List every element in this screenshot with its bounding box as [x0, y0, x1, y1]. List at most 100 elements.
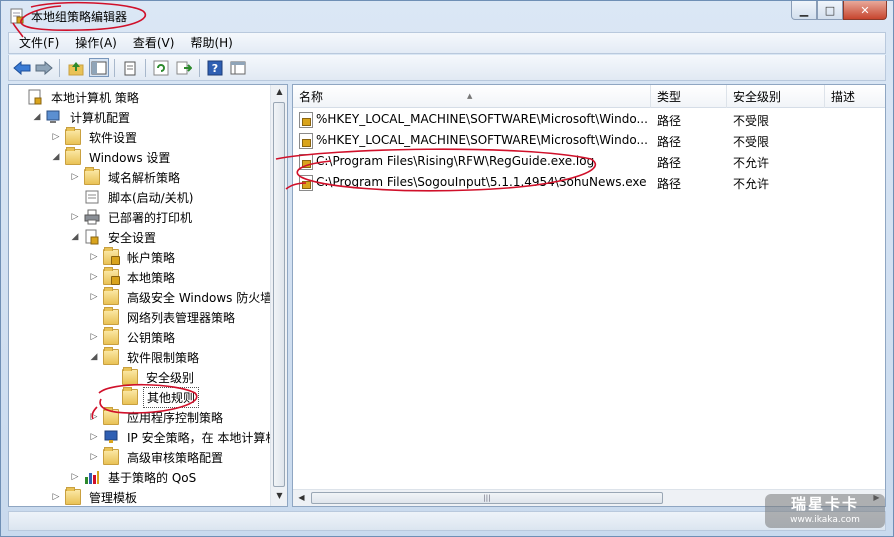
- tree-item[interactable]: ▷ 软件设置: [51, 127, 140, 147]
- tree-item[interactable]: ▷ 应用程序控制策略: [89, 407, 226, 427]
- console-view-button[interactable]: [228, 58, 248, 77]
- scroll-left-icon[interactable]: ◀: [293, 493, 310, 502]
- rule-row[interactable]: C:\Program Files\Rising\RFW\RegGuide.exe…: [293, 152, 885, 173]
- scroll-down-icon[interactable]: ▼: [271, 491, 287, 500]
- window-title: 本地组策略编辑器: [31, 10, 128, 24]
- maximize-button[interactable]: □: [817, 1, 843, 20]
- tree-item[interactable]: ◢ 安全设置: [70, 227, 159, 247]
- rule-security-level: 不允许: [733, 177, 770, 191]
- forward-arrow-icon: [35, 60, 53, 75]
- minimize-icon: ▁: [799, 3, 809, 17]
- tree-item-label: 高级安全 Windows 防火墙: [127, 290, 273, 305]
- collapsed-arrow-icon[interactable]: ▷: [89, 252, 99, 262]
- tree-item[interactable]: ▷ 本地策略: [89, 267, 178, 287]
- tree-item-label: 管理模板: [89, 490, 138, 505]
- tree-item[interactable]: ▷ 高级审核策略配置: [89, 447, 226, 467]
- column-header-description[interactable]: 描述: [825, 85, 885, 108]
- collapsed-arrow-icon[interactable]: ▷: [70, 472, 80, 482]
- tree-item[interactable]: 其他规则: [108, 386, 200, 408]
- collapsed-arrow-icon[interactable]: ▷: [51, 492, 61, 502]
- rule-name: %HKEY_LOCAL_MACHINE\SOFTWARE\Microsoft\W…: [316, 133, 648, 147]
- help-button[interactable]: ?: [205, 58, 225, 77]
- computer-icon: [46, 109, 62, 125]
- tree-item-label: 本地计算机 策略: [51, 90, 139, 105]
- tree-item-label: 帐户策略: [127, 250, 176, 265]
- expanded-arrow-icon[interactable]: ◢: [51, 152, 61, 162]
- tree-vertical-scrollbar[interactable]: ▲ ▼: [270, 85, 287, 506]
- lock-folder-icon: [103, 267, 120, 285]
- details-pane: 名称 ▲ 类型 安全级别 描述 %HKEY_LOCAL_MACHINE\SOFT…: [292, 84, 886, 507]
- collapsed-arrow-icon[interactable]: ▷: [89, 432, 99, 442]
- collapsed-arrow-icon[interactable]: ▷: [89, 272, 99, 282]
- folder-icon: [65, 127, 81, 145]
- column-header-type[interactable]: 类型: [651, 85, 727, 108]
- tree-item[interactable]: 脚本(启动/关机): [70, 187, 196, 207]
- rule-type: 路径: [657, 156, 682, 170]
- qos-chart-icon: [84, 469, 100, 485]
- collapsed-arrow-icon[interactable]: ▷: [89, 412, 99, 422]
- maximize-icon: □: [824, 3, 836, 17]
- tree-item[interactable]: 网络列表管理器策略: [89, 307, 238, 327]
- scroll-up-icon[interactable]: ▲: [271, 87, 287, 96]
- menu-bar: 文件(F) 操作(A) 查看(V) 帮助(H): [8, 32, 886, 54]
- list-column-headers: 名称 ▲ 类型 安全级别 描述: [293, 85, 885, 108]
- menu-file[interactable]: 文件(F): [13, 33, 65, 53]
- collapsed-arrow-icon[interactable]: ▷: [89, 292, 99, 302]
- help-icon: ?: [207, 60, 223, 75]
- rule-security-level: 不受限: [733, 135, 770, 149]
- tree-item[interactable]: ◢ Windows 设置: [51, 147, 173, 167]
- tree-item[interactable]: ▷ 高级安全 Windows 防火墙: [89, 287, 275, 307]
- minimize-button[interactable]: ▁: [791, 1, 817, 20]
- refresh-button[interactable]: [151, 58, 171, 77]
- tree-item-label: IP 安全策略，在 本地计算机: [127, 430, 278, 445]
- folder-icon: [103, 407, 119, 425]
- lock-folder-icon: [103, 247, 120, 265]
- collapsed-arrow-icon[interactable]: ▷: [70, 172, 80, 182]
- rule-row[interactable]: C:\Program Files\SogouInput\5.1.1.4954\S…: [293, 173, 885, 194]
- tree-item[interactable]: ▷ IP 安全策略，在 本地计算机: [89, 427, 280, 447]
- tree-item[interactable]: ◢ 计算机配置: [32, 107, 133, 127]
- title-bar[interactable]: 本地组策略编辑器 ▁ □ ✕: [1, 1, 893, 31]
- tree-item[interactable]: 安全级别: [108, 367, 197, 387]
- expanded-arrow-icon[interactable]: ◢: [32, 112, 42, 122]
- show-hide-tree-button[interactable]: [89, 58, 109, 77]
- close-button[interactable]: ✕: [843, 1, 887, 20]
- no-arrow: [89, 312, 99, 322]
- tree-item[interactable]: ◢ 软件限制策略: [89, 347, 202, 367]
- properties-button[interactable]: [120, 58, 140, 77]
- expanded-arrow-icon[interactable]: ◢: [70, 232, 80, 242]
- list-scroll-thumb[interactable]: |||: [311, 492, 663, 504]
- rule-row[interactable]: %HKEY_LOCAL_MACHINE\SOFTWARE\Microsoft\W…: [293, 131, 885, 152]
- collapsed-arrow-icon[interactable]: ▷: [89, 332, 99, 342]
- tree-item[interactable]: ▷ 已部署的打印机: [70, 207, 195, 227]
- menu-help[interactable]: 帮助(H): [184, 33, 238, 53]
- menu-action[interactable]: 操作(A): [69, 33, 123, 53]
- rule-row[interactable]: %HKEY_LOCAL_MACHINE\SOFTWARE\Microsoft\W…: [293, 110, 885, 131]
- tree-item[interactable]: ▷ 公钥策略: [89, 327, 178, 347]
- column-header-name-label: 名称: [299, 90, 324, 104]
- console-view-icon: [230, 61, 246, 74]
- column-header-name[interactable]: 名称 ▲: [293, 85, 651, 108]
- forward-button[interactable]: [34, 58, 54, 77]
- up-one-level-button[interactable]: [66, 58, 86, 77]
- tree-item-label: 本地策略: [127, 270, 176, 285]
- policy-editor-icon: [10, 8, 24, 24]
- tree-item[interactable]: ▷ 管理模板: [51, 487, 140, 506]
- rule-name: C:\Program Files\SogouInput\5.1.1.4954\S…: [316, 175, 647, 189]
- tree-item[interactable]: 本地计算机 策略: [13, 87, 142, 107]
- rule-type: 路径: [657, 114, 682, 128]
- tree-item[interactable]: ▷ 基于策略的 QoS: [70, 467, 199, 487]
- tree-item[interactable]: ▷ 域名解析策略: [70, 167, 183, 187]
- collapsed-arrow-icon[interactable]: ▷: [89, 452, 99, 462]
- column-header-description-label: 描述: [831, 90, 856, 104]
- tree-scroll-thumb[interactable]: [273, 102, 285, 487]
- collapsed-arrow-icon[interactable]: ▷: [51, 132, 61, 142]
- back-button[interactable]: [12, 58, 32, 77]
- tree-item[interactable]: ▷ 帐户策略: [89, 247, 178, 267]
- folder-icon: [65, 147, 81, 165]
- export-list-button[interactable]: [174, 58, 194, 77]
- column-header-security-level[interactable]: 安全级别: [727, 85, 825, 108]
- collapsed-arrow-icon[interactable]: ▷: [70, 212, 80, 222]
- expanded-arrow-icon[interactable]: ◢: [89, 352, 99, 362]
- menu-view[interactable]: 查看(V): [127, 33, 181, 53]
